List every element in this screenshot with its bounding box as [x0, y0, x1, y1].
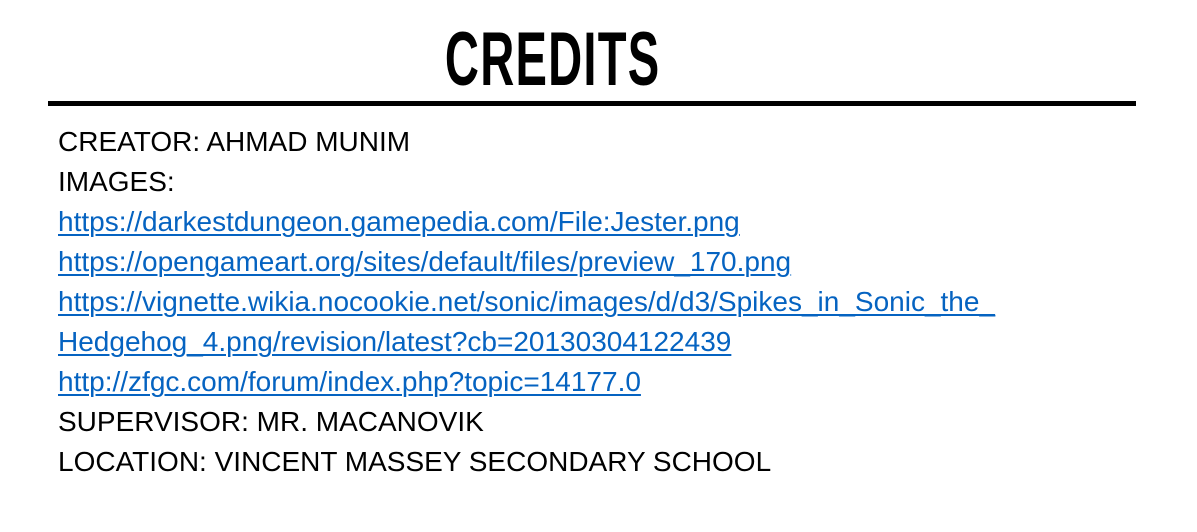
supervisor-text: SUPERVISOR: MR. MACANOVIK [58, 406, 484, 437]
creator-text: CREATOR: AHMAD MUNIM [58, 126, 411, 157]
image-link-jester[interactable]: https://darkestdungeon.gamepedia.com/Fil… [58, 202, 1158, 242]
credits-body: CREATOR: AHMAD MUNIM IMAGES: https://dar… [58, 122, 1158, 482]
image-link-sonic-spikes-continued[interactable]: Hedgehog_4.png/revision/latest?cb=201303… [58, 322, 1158, 362]
image-link-zfgc[interactable]: http://zfgc.com/forum/index.php?topic=14… [58, 362, 1158, 402]
page-title: CREDITS [444, 17, 661, 102]
location-text: LOCATION: VINCENT MASSEY SECONDARY SCHOO… [58, 446, 772, 477]
title-divider [48, 101, 1136, 106]
image-link-sonic-spikes[interactable]: https://vignette.wikia.nocookie.net/soni… [58, 282, 1158, 322]
images-label: IMAGES: [58, 166, 175, 197]
image-link-opengameart[interactable]: https://opengameart.org/sites/default/fi… [58, 242, 1158, 282]
